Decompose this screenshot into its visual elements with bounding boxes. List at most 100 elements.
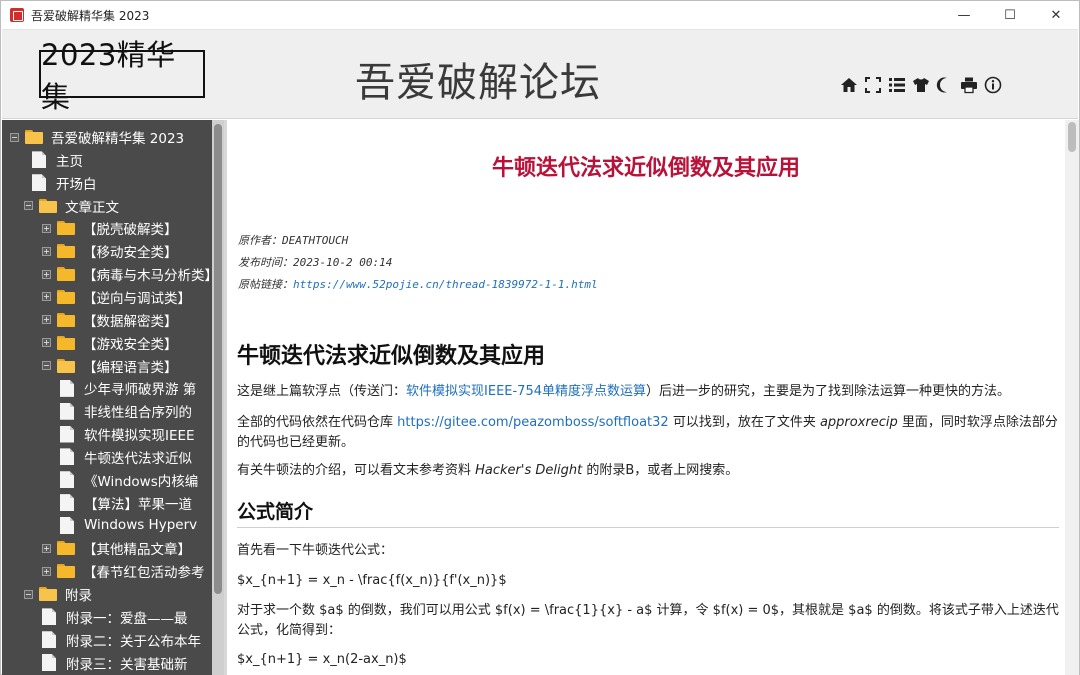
list-icon[interactable] <box>886 74 908 96</box>
home-icon[interactable] <box>838 74 860 96</box>
sidebar-item[interactable]: 非线性组合序列的 <box>60 400 192 422</box>
document-icon <box>32 174 46 192</box>
maximize-button[interactable]: ☐ <box>987 1 1033 29</box>
softfloat-link[interactable]: 软件模拟实现IEEE-754单精度浮点数运算 <box>406 384 646 399</box>
sidebar-item-label: 开场白 <box>56 176 97 193</box>
minimize-button[interactable]: — <box>941 1 987 29</box>
sidebar-item-label: 【春节红包活动参考 <box>83 565 205 582</box>
sidebar-item[interactable]: 附录二：关于公布本年 <box>42 629 201 651</box>
sidebar-item[interactable]: 附录 <box>24 583 92 605</box>
sidebar-item-label: Windows Hyperv <box>84 517 198 534</box>
sidebar-item[interactable]: Windows Hyperv <box>60 514 197 536</box>
folder-icon <box>39 587 57 601</box>
sidebar-item-label: 附录一：爱盘——最 <box>66 610 188 627</box>
expand-toggle-icon[interactable] <box>42 543 51 553</box>
sidebar-item[interactable]: 附录三：关害基础新 <box>42 652 188 674</box>
p3-text-b: 的附录B，或者上网搜索。 <box>582 463 739 478</box>
section-heading: 公式简介 <box>237 497 1059 528</box>
collapse-toggle-icon[interactable] <box>42 361 51 370</box>
sidebar-item[interactable]: 少年寻师破界游 第 <box>60 377 196 399</box>
meta-link: 原帖链接：https://www.52pojie.cn/thread-18399… <box>238 276 598 292</box>
shirt-icon[interactable] <box>910 74 932 96</box>
expand-toggle-icon[interactable] <box>42 246 51 256</box>
sidebar-item[interactable]: 开场白 <box>32 172 97 194</box>
expand-toggle-icon[interactable] <box>42 315 51 325</box>
folder-icon <box>57 541 75 556</box>
article-pane: 牛顿迭代法求近似倒数及其应用 原作者：DEATHTOUCH 发布时间：2023-… <box>227 120 1065 675</box>
sidebar-item[interactable]: 【游戏安全类】 <box>42 332 178 354</box>
collapse-toggle-icon[interactable] <box>24 589 33 599</box>
formula-intro: 首先看一下牛顿迭代公式： <box>237 543 394 558</box>
sidebar-item[interactable]: 【数据解密类】 <box>42 309 178 331</box>
p1-text-b: ）后进一步的研究，主要是为了找到除法运算一种更快的方法。 <box>646 384 1011 399</box>
sidebar-item-label: 【游戏安全类】 <box>83 336 178 353</box>
collection-badge: 2023精华集 <box>39 38 205 114</box>
sidebar-item[interactable]: 主页 <box>32 149 83 171</box>
expand-toggle-icon[interactable] <box>42 338 51 348</box>
sidebar-item-label: 附录 <box>65 588 92 604</box>
sidebar-item[interactable]: 【病毒与木马分析类】 <box>42 263 218 285</box>
sidebar-item[interactable]: 【春节红包活动参考 <box>42 560 205 582</box>
meta-time: 发布时间：2023-10-2 00:14 <box>238 254 392 270</box>
meta-time-label: 发布时间： <box>238 256 293 269</box>
article-heading: 牛顿迭代法求近似倒数及其应用 <box>237 344 546 369</box>
p2-text-a: 全部的代码依然在代码仓库 <box>237 415 398 430</box>
expand-toggle-icon[interactable] <box>42 223 51 233</box>
content-scrollbar[interactable] <box>1065 120 1079 675</box>
document-icon <box>60 471 74 489</box>
source-link[interactable]: https://www.52pojie.cn/thread-1839972-1-… <box>293 278 598 291</box>
expand-toggle-icon[interactable] <box>42 566 51 576</box>
sidebar-item[interactable]: 软件模拟实现IEEE <box>60 423 195 445</box>
sidebar-item-label: 牛顿迭代法求近似 <box>84 450 192 467</box>
sidebar-item-label: 【数据解密类】 <box>83 313 178 330</box>
window-title: 吾爱破解精华集 2023 <box>31 8 150 23</box>
sidebar-item-label: 【脱壳破解类】 <box>83 222 178 239</box>
expand-toggle-icon[interactable] <box>42 292 51 302</box>
sidebar-scroll-thumb[interactable] <box>214 124 222 594</box>
sidebar-item[interactable]: 【算法】苹果一道 <box>60 492 192 514</box>
folder-icon <box>57 312 75 327</box>
expand-toggle-icon[interactable] <box>42 269 51 279</box>
reference-paragraph: 有关牛顿法的介绍，可以看文末参考资料 Hacker's Delight 的附录B… <box>237 461 1059 481</box>
sidebar-item[interactable]: 附录一：爱盘——最 <box>42 606 188 628</box>
sidebar-item[interactable]: 【逆向与调试类】 <box>42 286 191 308</box>
sidebar-scrollbar[interactable] <box>212 120 224 675</box>
intro-paragraph: 这是继上篇软浮点（传送门：软件模拟实现IEEE-754单精度浮点数运算）后进一步… <box>237 382 1059 402</box>
folder-icon <box>57 221 75 236</box>
print-icon[interactable] <box>958 74 980 96</box>
folder-icon <box>57 358 75 373</box>
collapse-toggle-icon[interactable] <box>24 201 33 211</box>
info-icon[interactable] <box>982 74 1004 96</box>
sidebar-item-label: 【其他精品文章】 <box>83 542 191 559</box>
sidebar-item-label: 【编程语言类】 <box>83 359 178 376</box>
sidebar-item[interactable]: 【其他精品文章】 <box>42 537 191 559</box>
sidebar-item-label: 【逆向与调试类】 <box>83 290 191 307</box>
sidebar-item[interactable]: 牛顿迭代法求近似 <box>60 446 192 468</box>
fullscreen-icon[interactable] <box>862 74 884 96</box>
sidebar-item-label: 【移动安全类】 <box>83 245 178 262</box>
folder-icon <box>25 130 43 144</box>
sidebar-item-label: 文章正文 <box>65 199 119 216</box>
p2-text-b: 可以找到，放在了文件夹 <box>668 415 820 430</box>
sidebar-item-label: 附录二：关于公布本年 <box>66 633 201 650</box>
sidebar-item[interactable]: 【脱壳破解类】 <box>42 217 178 239</box>
close-button[interactable]: ✕ <box>1033 1 1079 29</box>
sidebar-item[interactable]: 【移动安全类】 <box>42 240 178 262</box>
collapse-toggle-icon[interactable] <box>10 132 19 142</box>
gitee-link[interactable]: https://gitee.com/peazomboss/softfloat32 <box>397 415 669 430</box>
header-toolbar <box>838 74 1006 96</box>
sidebar-item[interactable]: 文章正文 <box>24 195 119 217</box>
moon-icon[interactable] <box>934 74 956 96</box>
sidebar-item-label: 《Windows内核编 <box>84 473 199 490</box>
sidebar-item[interactable]: 【编程语言类】 <box>42 355 178 377</box>
document-icon <box>60 425 74 443</box>
sidebar-item[interactable]: 吾爱破解精华集 2023 <box>10 126 184 148</box>
folder-icon <box>39 198 57 213</box>
document-icon <box>60 448 74 466</box>
folder-icon <box>57 564 75 579</box>
meta-author-label: 原作者： <box>238 234 282 247</box>
content-scroll-thumb[interactable] <box>1068 122 1076 152</box>
p1-text-a: 这是继上篇软浮点（传送门： <box>237 384 407 399</box>
sidebar-item[interactable]: 《Windows内核编 <box>60 469 198 491</box>
sidebar-item-label: 少年寻师破界游 第 <box>84 382 197 399</box>
